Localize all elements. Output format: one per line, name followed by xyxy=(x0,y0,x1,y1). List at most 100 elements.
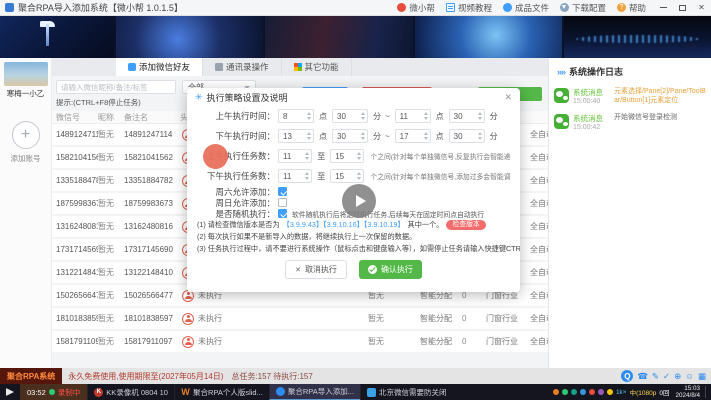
log-panel-title[interactable]: 系统操作日志 xyxy=(549,58,711,83)
taskbar-item[interactable]: K KK录像机 0804 10 xyxy=(87,384,174,400)
titlebar-action-download[interactable]: 下载配置 xyxy=(559,2,606,14)
column-header[interactable]: 微信号 xyxy=(52,111,98,123)
dialog-note: (1) 请检查微信版本是否为 【3.9.9.43】【3.9.10.16】【3.9.… xyxy=(187,219,520,231)
edit-icon[interactable]: ✎ xyxy=(652,371,659,381)
spinner-arrows[interactable] xyxy=(357,152,362,160)
tray-icon[interactable] xyxy=(561,389,568,395)
spinner-arrows[interactable] xyxy=(307,132,311,140)
dialog-title: 执行策略设置及说明 xyxy=(206,92,288,103)
column-header[interactable] xyxy=(530,111,548,123)
tab-contacts[interactable]: 通讯录操作 xyxy=(203,58,282,76)
confirm-button[interactable]: 确认执行 xyxy=(358,260,422,279)
cancel-button[interactable]: 取消执行 xyxy=(285,260,347,279)
titlebar-actions: 微小帮视频教程成品文件下载配置帮助 xyxy=(397,2,646,14)
minimize-button[interactable] xyxy=(654,0,673,16)
tray-icon[interactable] xyxy=(570,389,577,395)
search-input[interactable]: 请输入微信昵称/备注/标签 xyxy=(56,80,176,94)
number-input[interactable]: 13 xyxy=(278,129,314,143)
spinner-arrows[interactable] xyxy=(477,112,482,120)
titlebar-action-person-red[interactable]: 微小帮 xyxy=(397,2,435,14)
number-input[interactable]: 11 xyxy=(278,149,313,163)
tab-windows[interactable]: 其它功能 xyxy=(282,58,352,76)
media-player-icon[interactable] xyxy=(0,384,20,400)
close-button[interactable]: ✕ xyxy=(692,0,711,16)
unit-label: 至 xyxy=(317,151,326,161)
number-input[interactable]: 30 xyxy=(332,129,368,143)
table-row[interactable]: 18101838597 暂无 18101838597 未执行 暂无 智能分配 0… xyxy=(52,308,548,331)
script-cell: 全自动小程序什么的 xyxy=(530,291,548,300)
avatar-icon xyxy=(182,312,194,325)
table-row[interactable]: 15817911097 暂无 15817911097 未执行 暂无 智能分配 0… xyxy=(52,331,548,354)
tray-icon[interactable] xyxy=(597,389,604,395)
spinner-arrows[interactable] xyxy=(305,152,310,160)
account-avatar[interactable] xyxy=(3,62,48,86)
spinner-arrows[interactable] xyxy=(357,172,362,180)
recording-indicator[interactable]: 03:52 录制中 xyxy=(20,384,88,400)
check-icon[interactable]: ✓ xyxy=(663,371,670,381)
phone-icon[interactable]: ☎ xyxy=(637,371,648,381)
face-icon[interactable]: ☺ xyxy=(685,371,694,381)
avatar-cell xyxy=(178,335,198,348)
log-entry[interactable]: 系统消息 15:00:40 元素选择/Pane[2]/Pane/ToolBar/B… xyxy=(549,83,711,109)
titlebar-action-help[interactable]: 帮助 xyxy=(616,2,646,14)
taskbar-item[interactable]: W 聚合RPA个人版slid... xyxy=(173,384,269,400)
number-input[interactable]: 11 xyxy=(394,109,431,123)
script-cell: 全自动小程序什么的 xyxy=(530,176,548,185)
grid-icon[interactable]: ▦ xyxy=(698,371,706,381)
number-input[interactable]: 15 xyxy=(330,169,365,183)
spinner-arrows[interactable] xyxy=(423,132,428,140)
spinner-arrows[interactable] xyxy=(305,172,310,180)
number-input[interactable]: 8 xyxy=(278,109,314,123)
log-type: 系统消息 xyxy=(573,114,603,123)
taskbar-clock[interactable]: 15:03 2024/8/4 xyxy=(675,385,700,399)
tray-icon[interactable] xyxy=(579,389,586,395)
number-input[interactable]: 30 xyxy=(332,109,368,123)
tab-wechat-add[interactable]: 添加微信好友 xyxy=(116,58,204,76)
checkbox[interactable] xyxy=(278,198,287,207)
show-desktop-button[interactable] xyxy=(705,386,708,398)
dialog-header: ✳ 执行策略设置及说明 ✕ xyxy=(187,88,520,106)
time-range-row: 上午执行时间： 8点 30 分 ~ 11 点 30 分 xyxy=(187,106,520,126)
nickname-cell: 暂无 xyxy=(98,245,114,254)
industry-cell: 门窗行业 xyxy=(486,314,518,323)
taskbar-item[interactable]: 北京微信需要防关闭 xyxy=(359,384,453,400)
spinner-arrows[interactable] xyxy=(423,112,428,120)
tray-icon[interactable] xyxy=(552,389,559,395)
number-input[interactable]: 30 xyxy=(448,109,485,123)
wechat-id-cell: 18759983673 xyxy=(56,199,98,208)
rpa-logo-icon[interactable]: Q xyxy=(621,370,634,382)
avatar-icon xyxy=(182,335,194,348)
task-stats: 总任务:157 待执行:157 xyxy=(231,371,313,381)
video-play-button[interactable] xyxy=(342,184,376,218)
spinner-arrows[interactable] xyxy=(477,132,482,140)
column-header[interactable]: 备注名 xyxy=(124,111,178,123)
spinner-arrows[interactable] xyxy=(361,112,365,120)
checkbox[interactable] xyxy=(278,209,287,218)
taskbar-item[interactable]: 聚合RPA导入添加... xyxy=(268,384,360,400)
tray-icon[interactable] xyxy=(606,389,613,395)
unit-label: 至 xyxy=(317,171,326,181)
wechat-icon xyxy=(554,114,569,129)
log-entry[interactable]: 系统消息 15:00:42 开始微信号登录检测 xyxy=(549,109,711,135)
titlebar-action-globe-blue[interactable]: 成品文件 xyxy=(502,2,549,14)
dialog-close-icon[interactable]: ✕ xyxy=(504,92,512,103)
wechat-id-cell: 14891247114 xyxy=(56,130,98,139)
titlebar-action-doc-blue[interactable]: 视频教程 xyxy=(445,2,492,14)
checkbox[interactable] xyxy=(278,187,287,196)
spinner-arrows[interactable] xyxy=(307,112,311,120)
add-icon[interactable]: ⊕ xyxy=(674,371,681,381)
account-rail: 寒梅一小乙 + 添加账号 xyxy=(0,58,52,368)
number-input[interactable]: 11 xyxy=(278,169,313,183)
tray-icon[interactable] xyxy=(588,389,595,395)
remark-cell: 13351884782 xyxy=(124,176,173,185)
number-input[interactable]: 15 xyxy=(330,149,365,163)
check-version-button[interactable]: 检查版本 xyxy=(446,220,486,230)
spinner-arrows[interactable] xyxy=(361,132,365,140)
wechat-icon xyxy=(554,88,569,103)
field-note: 个之间(针对每个单独微信号,添加过多会智能调整) xyxy=(370,174,510,181)
column-header[interactable]: 昵称 xyxy=(98,111,124,123)
number-input[interactable]: 17 xyxy=(394,129,431,143)
number-input[interactable]: 30 xyxy=(448,129,485,143)
maximize-button[interactable] xyxy=(673,0,692,16)
add-account-button[interactable]: + xyxy=(11,121,40,149)
